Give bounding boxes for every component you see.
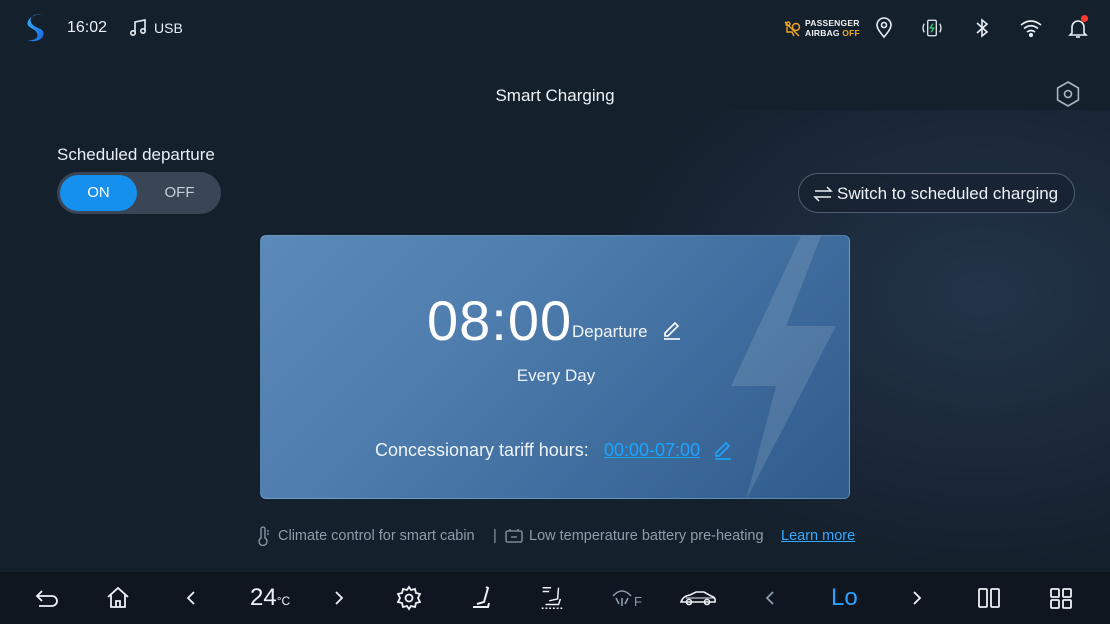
toggle-off-option[interactable]: OFF (141, 175, 218, 211)
media-source-label: USB (154, 20, 183, 36)
fan-increase-icon[interactable] (902, 584, 930, 612)
bottom-nav-bar: 24°C F Lo (0, 572, 1110, 624)
departure-card: 08:00 Departure Every Day Concessionary … (260, 235, 850, 499)
status-bar: 16:02 USB PASSENGER AIRBAG OFF (0, 0, 1110, 56)
switch-to-scheduled-charging-button[interactable]: Switch to scheduled charging (798, 173, 1075, 213)
split-screen-icon[interactable] (975, 584, 1003, 612)
page-title: Smart Charging (495, 86, 615, 105)
temperature-unit: °C (276, 594, 291, 608)
temperature-display[interactable]: 24°C (250, 584, 290, 612)
scheduled-departure-toggle[interactable]: ON OFF (57, 172, 221, 214)
temp-decrease-icon[interactable] (178, 584, 206, 612)
music-note-icon (129, 19, 147, 37)
edit-departure-icon[interactable] (661, 318, 683, 340)
battery-preheating-text: Low temperature battery pre-heating (529, 528, 764, 544)
departure-label: Departure (572, 322, 648, 341)
defrost-label: F (634, 594, 642, 609)
location-pin-icon[interactable] (872, 16, 896, 40)
airbag-line2-prefix: AIRBAG (805, 27, 840, 38)
edit-tariff-icon[interactable] (712, 438, 734, 460)
seat-ventilation-icon[interactable] (538, 584, 566, 612)
fan-decrease-icon[interactable] (757, 584, 785, 612)
thermometer-icon (258, 526, 269, 546)
clock: 16:02 (67, 19, 108, 36)
settings-gear-icon[interactable] (395, 584, 423, 612)
scheduled-departure-label: Scheduled departure (57, 145, 215, 164)
seat-icon[interactable] (468, 584, 496, 612)
home-icon[interactable] (104, 584, 132, 612)
wifi-icon[interactable] (1019, 16, 1043, 40)
info-separator: | (493, 528, 497, 544)
toggle-on-option[interactable]: ON (60, 175, 137, 211)
learn-more-link[interactable]: Learn more (781, 528, 855, 544)
phone-charging-icon[interactable] (920, 16, 944, 40)
switch-button-label: Switch to scheduled charging (837, 184, 1059, 203)
notification-dot (1081, 15, 1088, 22)
airbag-state: OFF (842, 27, 860, 38)
repeat-schedule: Every Day (516, 366, 596, 385)
temp-increase-icon[interactable] (324, 584, 352, 612)
passenger-airbag-status: PASSENGER AIRBAG OFF (783, 18, 860, 40)
settings-hex-icon[interactable] (1054, 80, 1082, 108)
bluetooth-icon[interactable] (970, 16, 994, 40)
car-icon[interactable] (678, 584, 718, 612)
swap-arrows-icon (813, 186, 833, 202)
airbag-icon (784, 21, 801, 37)
feature-info-row: Climate control for smart cabin | Low te… (255, 526, 875, 546)
fan-level-display[interactable]: Lo (831, 584, 858, 612)
climate-control-text: Climate control for smart cabin (278, 528, 475, 544)
tariff-hours-link[interactable]: 00:00-07:00 (604, 440, 700, 461)
departure-time[interactable]: 08:00 (427, 288, 572, 353)
app-grid-icon[interactable] (1047, 584, 1075, 612)
temperature-value: 24 (250, 584, 277, 611)
battery-heating-icon (505, 529, 523, 543)
s-logo-icon[interactable] (24, 12, 50, 44)
tariff-hours-label: Concessionary tariff hours: (375, 440, 589, 460)
back-icon[interactable] (33, 584, 61, 612)
